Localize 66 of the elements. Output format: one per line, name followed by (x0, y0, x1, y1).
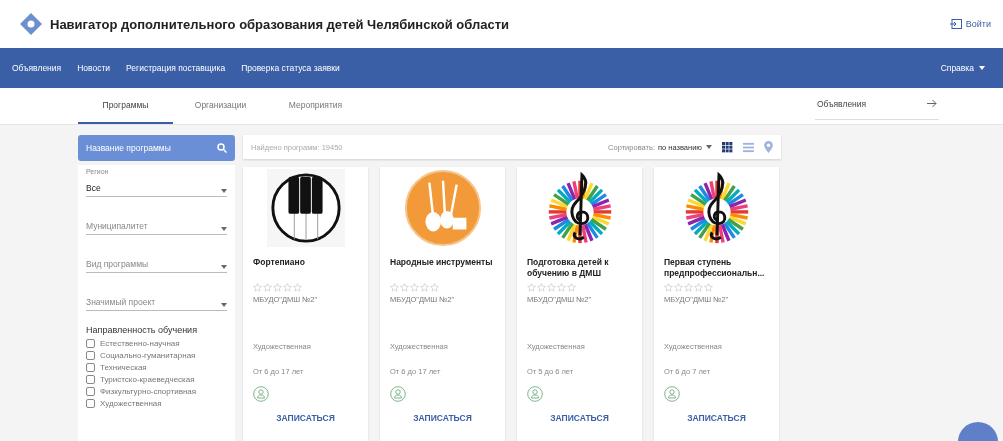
announcements-link[interactable]: Объявления (817, 98, 867, 109)
login-button[interactable]: Войти (947, 17, 993, 31)
star-icon (527, 283, 536, 292)
help-menu[interactable]: Справка (934, 59, 991, 77)
nav-link[interactable]: Проверка статуса заявки (235, 59, 346, 77)
star-icon (400, 283, 409, 292)
view-toggle[interactable] (764, 141, 773, 153)
filter-select[interactable]: Муниципалитет (86, 213, 227, 235)
nav-link[interactable]: Объявления (6, 59, 68, 77)
person-icon (253, 386, 269, 402)
star-icon (664, 283, 673, 292)
arrow-right-icon[interactable] (927, 99, 937, 108)
star-icon (283, 283, 292, 292)
enroll-button[interactable]: ЗАПИСАТЬСЯ (268, 410, 343, 426)
program-title[interactable]: Подготовка детей к обучению в ДМШ (527, 257, 632, 281)
tab[interactable]: Программы (78, 88, 173, 124)
filter-select[interactable]: Значимый проект (86, 289, 227, 311)
grid-view-icon (722, 141, 733, 153)
star-icon (547, 283, 556, 292)
program-title[interactable]: Народные инструменты (390, 257, 495, 281)
enroll-button[interactable]: ЗАПИСАТЬСЯ (405, 410, 480, 426)
person-icon (390, 386, 406, 402)
tab[interactable]: Организации (173, 88, 268, 124)
list-view-icon (743, 141, 754, 153)
checkbox-option[interactable]: Физкультурно-спортивная (86, 387, 227, 396)
nav-link[interactable]: Регистрация поставщика (120, 59, 232, 77)
star-icon (430, 283, 439, 292)
filter-heading: Направленность обучения (86, 325, 198, 335)
program-title[interactable]: Первая ступень предпрофессиональн... (664, 257, 769, 281)
checkbox-option[interactable]: Туристско-краеведческая (86, 375, 227, 384)
star-icon (410, 283, 419, 292)
star-icon (273, 283, 282, 292)
star-icon (557, 283, 566, 292)
star-icon (253, 283, 262, 292)
checkbox-option[interactable]: Социально-гуманитарная (86, 351, 227, 360)
caret-icon (979, 66, 985, 70)
star-icon (263, 283, 272, 292)
star-icon (704, 283, 713, 292)
star-icon (537, 283, 546, 292)
enroll-button[interactable]: ЗАПИСАТЬСЯ (542, 410, 617, 426)
nav-link[interactable]: Новости (71, 59, 117, 77)
star-icon (390, 283, 399, 292)
site-title: Навигатор дополнительного образования детей Челябинской области (50, 16, 511, 32)
checkbox-option[interactable]: Естественно-научная (86, 339, 227, 348)
login-icon (949, 19, 962, 29)
filter-select[interactable]: Вид программы (86, 251, 227, 273)
search-icon (217, 143, 227, 153)
view-toggle[interactable] (743, 141, 754, 153)
tab[interactable]: Мероприятия (268, 88, 363, 124)
star-icon (694, 283, 703, 292)
star-icon (567, 283, 576, 292)
person-icon (527, 386, 543, 402)
program-title[interactable]: Фортепиано (253, 257, 358, 281)
piano-keys-icon (266, 169, 345, 247)
instruments-icon (403, 169, 482, 247)
map-pin-icon (764, 141, 773, 153)
star-icon (674, 283, 683, 292)
star-icon (420, 283, 429, 292)
enroll-button[interactable]: ЗАПИСАТЬСЯ (679, 410, 754, 426)
checkbox-option[interactable]: Художественная (86, 399, 227, 408)
logo-icon (20, 13, 42, 35)
star-icon (293, 283, 302, 292)
view-toggle[interactable] (722, 141, 733, 153)
star-icon (684, 283, 693, 292)
checkbox-option[interactable]: Техническая (86, 363, 227, 372)
person-icon (664, 386, 680, 402)
